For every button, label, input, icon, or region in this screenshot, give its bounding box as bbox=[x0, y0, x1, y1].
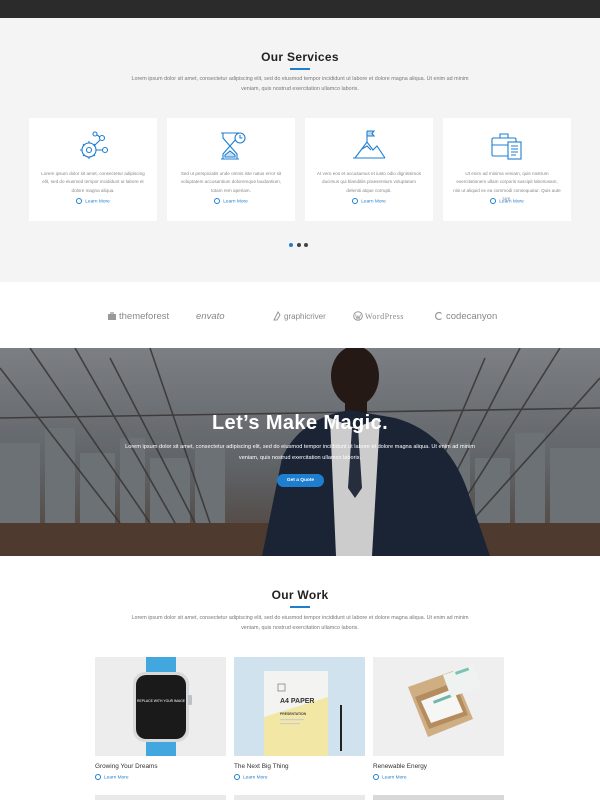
codecanyon-logo[interactable]: codecanyon bbox=[434, 310, 497, 322]
partner-name: themeforest bbox=[119, 310, 170, 322]
gears-network-icon bbox=[80, 131, 109, 159]
partner-name: WordPress bbox=[365, 311, 404, 321]
arrow-circle-icon bbox=[490, 197, 497, 204]
envato-logo[interactable]: envato bbox=[196, 310, 225, 322]
carousel-dot-active[interactable] bbox=[289, 243, 293, 247]
wordpress-logo-icon bbox=[353, 311, 363, 321]
learn-more-label: Learn More bbox=[104, 775, 129, 781]
work-thumbnail-smartwatch[interactable]: REPLACE WITH YOUR IMAGE bbox=[95, 657, 226, 756]
service-card: Ut enim ad minima veniam, quis nostrum e… bbox=[443, 118, 571, 221]
work-item-title[interactable]: Renewable Energy bbox=[373, 763, 427, 770]
learn-more-link[interactable]: Learn More bbox=[95, 773, 129, 781]
learn-more-label: Learn More bbox=[223, 199, 248, 205]
learn-more-link[interactable]: Learn More bbox=[305, 197, 433, 205]
work-item-next-row bbox=[234, 795, 365, 800]
arrow-circle-icon bbox=[76, 197, 83, 204]
paper-mockup-image: A4 PAPER PRESENTATION bbox=[264, 671, 342, 756]
carousel-dot[interactable] bbox=[297, 243, 301, 247]
work-thumbnail-cards[interactable] bbox=[373, 657, 504, 756]
learn-more-link[interactable]: Learn More bbox=[373, 773, 407, 781]
work-title: Our Work bbox=[271, 588, 329, 602]
service-card-text: Lorem ipsum dolor sit amet, consectetur … bbox=[41, 171, 145, 193]
service-card: Lorem ipsum dolor sit amet, consectetur … bbox=[29, 118, 157, 221]
arrow-circle-icon bbox=[234, 773, 240, 780]
services-section: Our Services Lorem ipsum dolor sit amet,… bbox=[0, 18, 600, 282]
work-title-underline bbox=[290, 606, 310, 608]
work-item-title[interactable]: The Next Big Thing bbox=[234, 763, 289, 770]
work-item-next-row bbox=[373, 795, 504, 800]
partner-name: envato bbox=[196, 310, 225, 322]
learn-more-label: Learn More bbox=[85, 199, 110, 205]
learn-more-link[interactable]: Learn More bbox=[443, 197, 571, 205]
service-card: At vero eos et accusamus et iusto odio d… bbox=[305, 118, 433, 221]
hero-banner: Let’s Make Magic. Lorem ipsum dolor sit … bbox=[0, 348, 600, 556]
learn-more-label: Learn More bbox=[499, 199, 524, 205]
partners-strip: themeforest envato graphicriver WordPres… bbox=[0, 282, 600, 348]
themeforest-logo-icon bbox=[108, 312, 116, 320]
hourglass-clock-icon bbox=[221, 132, 246, 160]
smartwatch-image: REPLACE WITH YOUR IMAGE bbox=[133, 657, 192, 756]
top-bar bbox=[0, 0, 600, 18]
learn-more-label: Learn More bbox=[361, 199, 386, 205]
learn-more-link[interactable]: Learn More bbox=[29, 197, 157, 205]
paper-title-text: A4 PAPER bbox=[280, 698, 315, 705]
work-subtitle: Lorem ipsum dolor sit amet, consectetur … bbox=[131, 615, 469, 631]
services-subtitle: Lorem ipsum dolor sit amet, consectetur … bbox=[131, 76, 469, 92]
codecanyon-logo-icon bbox=[435, 311, 442, 321]
mountain-flag-icon bbox=[353, 130, 386, 159]
themeforest-logo[interactable]: themeforest bbox=[107, 310, 169, 322]
get-quote-button[interactable]: Get a Quote bbox=[277, 474, 324, 487]
learn-more-label: Learn More bbox=[243, 775, 268, 781]
wordpress-logo[interactable]: WordPress bbox=[353, 310, 404, 322]
service-card-text: Sed ut perspiciatis unde omnis iste natu… bbox=[180, 171, 282, 193]
service-card: Sed ut perspiciatis unde omnis iste natu… bbox=[167, 118, 295, 221]
business-card-box-image bbox=[408, 665, 481, 737]
arrow-circle-icon bbox=[95, 773, 101, 780]
services-title-underline bbox=[290, 68, 310, 70]
briefcase-document-icon bbox=[491, 133, 522, 160]
carousel-dot[interactable] bbox=[304, 243, 308, 247]
arrow-circle-icon bbox=[214, 197, 221, 204]
graphicriver-logo[interactable]: graphicriver bbox=[272, 310, 326, 322]
work-item-next-row bbox=[95, 795, 226, 800]
services-carousel: Lorem ipsum dolor sit amet, consectetur … bbox=[29, 118, 571, 221]
service-card-text: At vero eos et accusamus et iusto odio d… bbox=[316, 171, 422, 193]
arrow-circle-icon bbox=[352, 197, 359, 204]
learn-more-link[interactable]: Learn More bbox=[167, 197, 295, 205]
watch-screen-text: REPLACE WITH YOUR IMAGE bbox=[137, 699, 186, 703]
hero-subtitle: Lorem ipsum dolor sit amet, consectetur … bbox=[125, 444, 475, 461]
partner-name: graphicriver bbox=[284, 311, 326, 321]
hero-title: Let’s Make Magic. bbox=[211, 412, 389, 434]
arrow-circle-icon bbox=[373, 773, 379, 780]
graphicriver-logo-icon bbox=[273, 311, 281, 321]
work-thumbnail-paper[interactable]: A4 PAPER PRESENTATION bbox=[234, 657, 365, 756]
partner-name: codecanyon bbox=[446, 310, 498, 322]
learn-more-label: Learn More bbox=[382, 775, 407, 781]
work-section: Our Work Lorem ipsum dolor sit amet, con… bbox=[0, 556, 600, 800]
learn-more-link[interactable]: Learn More bbox=[234, 773, 268, 781]
paper-subtitle-text: PRESENTATION bbox=[280, 712, 307, 716]
work-item-title[interactable]: Growing Your Dreams bbox=[95, 763, 158, 770]
services-title: Our Services bbox=[261, 50, 339, 64]
